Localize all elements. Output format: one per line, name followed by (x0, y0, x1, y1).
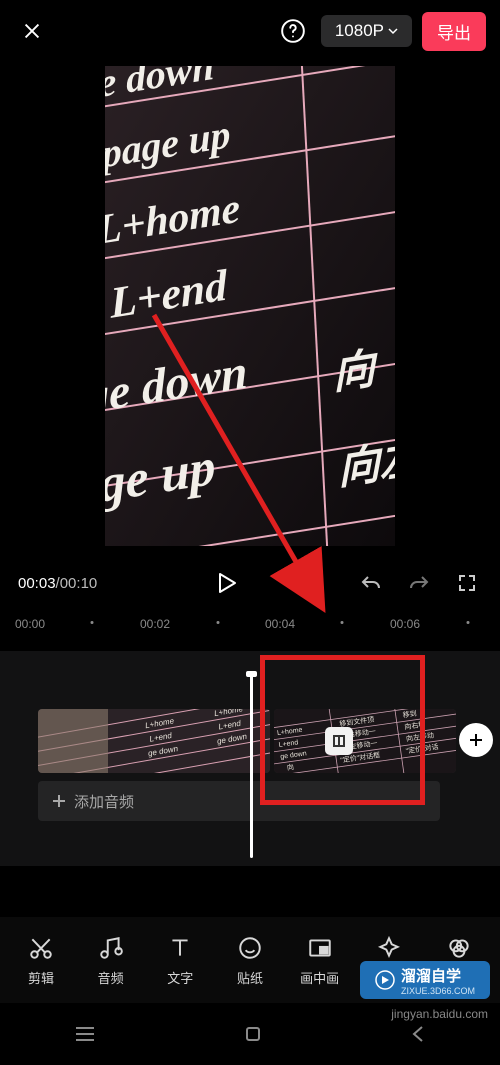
annotation-highlight (260, 655, 425, 805)
ruler-tick: 00:04 (265, 617, 295, 631)
timeline-ruler[interactable]: 00:00 00:02 00:04 00:06 (0, 609, 500, 645)
chevron-down-icon (388, 26, 398, 36)
watermark-source: jingyan.baidu.com (391, 1007, 488, 1021)
nav-recent-icon[interactable] (74, 1025, 96, 1043)
timeline[interactable]: L+homeL+end ge downL+home L+endge down L… (0, 651, 500, 866)
close-icon[interactable] (14, 13, 50, 49)
text-icon (166, 934, 194, 962)
export-button[interactable]: 导出 (422, 12, 486, 51)
tool-audio[interactable]: 音频 (80, 934, 142, 987)
cut-icon (27, 934, 55, 962)
nav-home-icon[interactable] (244, 1025, 262, 1043)
ruler-dot (217, 621, 220, 624)
tool-pip[interactable]: 画中画 (289, 934, 351, 987)
undo-button[interactable] (356, 568, 386, 598)
tool-sticker[interactable]: 贴纸 (219, 934, 281, 987)
svg-text:向: 向 (332, 344, 381, 398)
watermark-badge: 溜溜自学 ZIXUE.3D66.COM (360, 961, 490, 999)
ruler-dot (91, 621, 94, 624)
pip-icon (306, 934, 334, 962)
audio-icon (97, 934, 125, 962)
filter-icon (445, 934, 473, 962)
help-icon[interactable] (275, 13, 311, 49)
resolution-label: 1080P (335, 21, 384, 41)
ruler-dot (467, 621, 470, 624)
sticker-icon (236, 934, 264, 962)
preview-frame: ge down rl+page up L+home L+end ge down … (105, 66, 395, 546)
ruler-tick: 00:06 (390, 617, 420, 631)
ruler-tick: 00:02 (140, 617, 170, 631)
nav-back-icon[interactable] (410, 1025, 426, 1043)
time-display: 00:03/00:10 (18, 575, 97, 592)
ruler-tick: 00:00 (15, 617, 45, 631)
plus-icon (52, 794, 66, 808)
ruler-dot (341, 621, 344, 624)
playhead[interactable] (250, 673, 253, 858)
video-clip-1[interactable]: L+homeL+end ge downL+home L+endge down (38, 709, 270, 773)
add-clip-button[interactable] (459, 723, 493, 757)
redo-button[interactable] (404, 568, 434, 598)
tool-cut[interactable]: 剪辑 (10, 934, 72, 987)
resolution-button[interactable]: 1080P (321, 15, 412, 47)
fullscreen-button[interactable] (452, 568, 482, 598)
fx-icon (375, 934, 403, 962)
play-button[interactable] (210, 566, 244, 600)
preview-area[interactable]: ge down rl+page up L+home L+end ge down … (0, 62, 500, 557)
tool-text[interactable]: 文字 (149, 934, 211, 987)
